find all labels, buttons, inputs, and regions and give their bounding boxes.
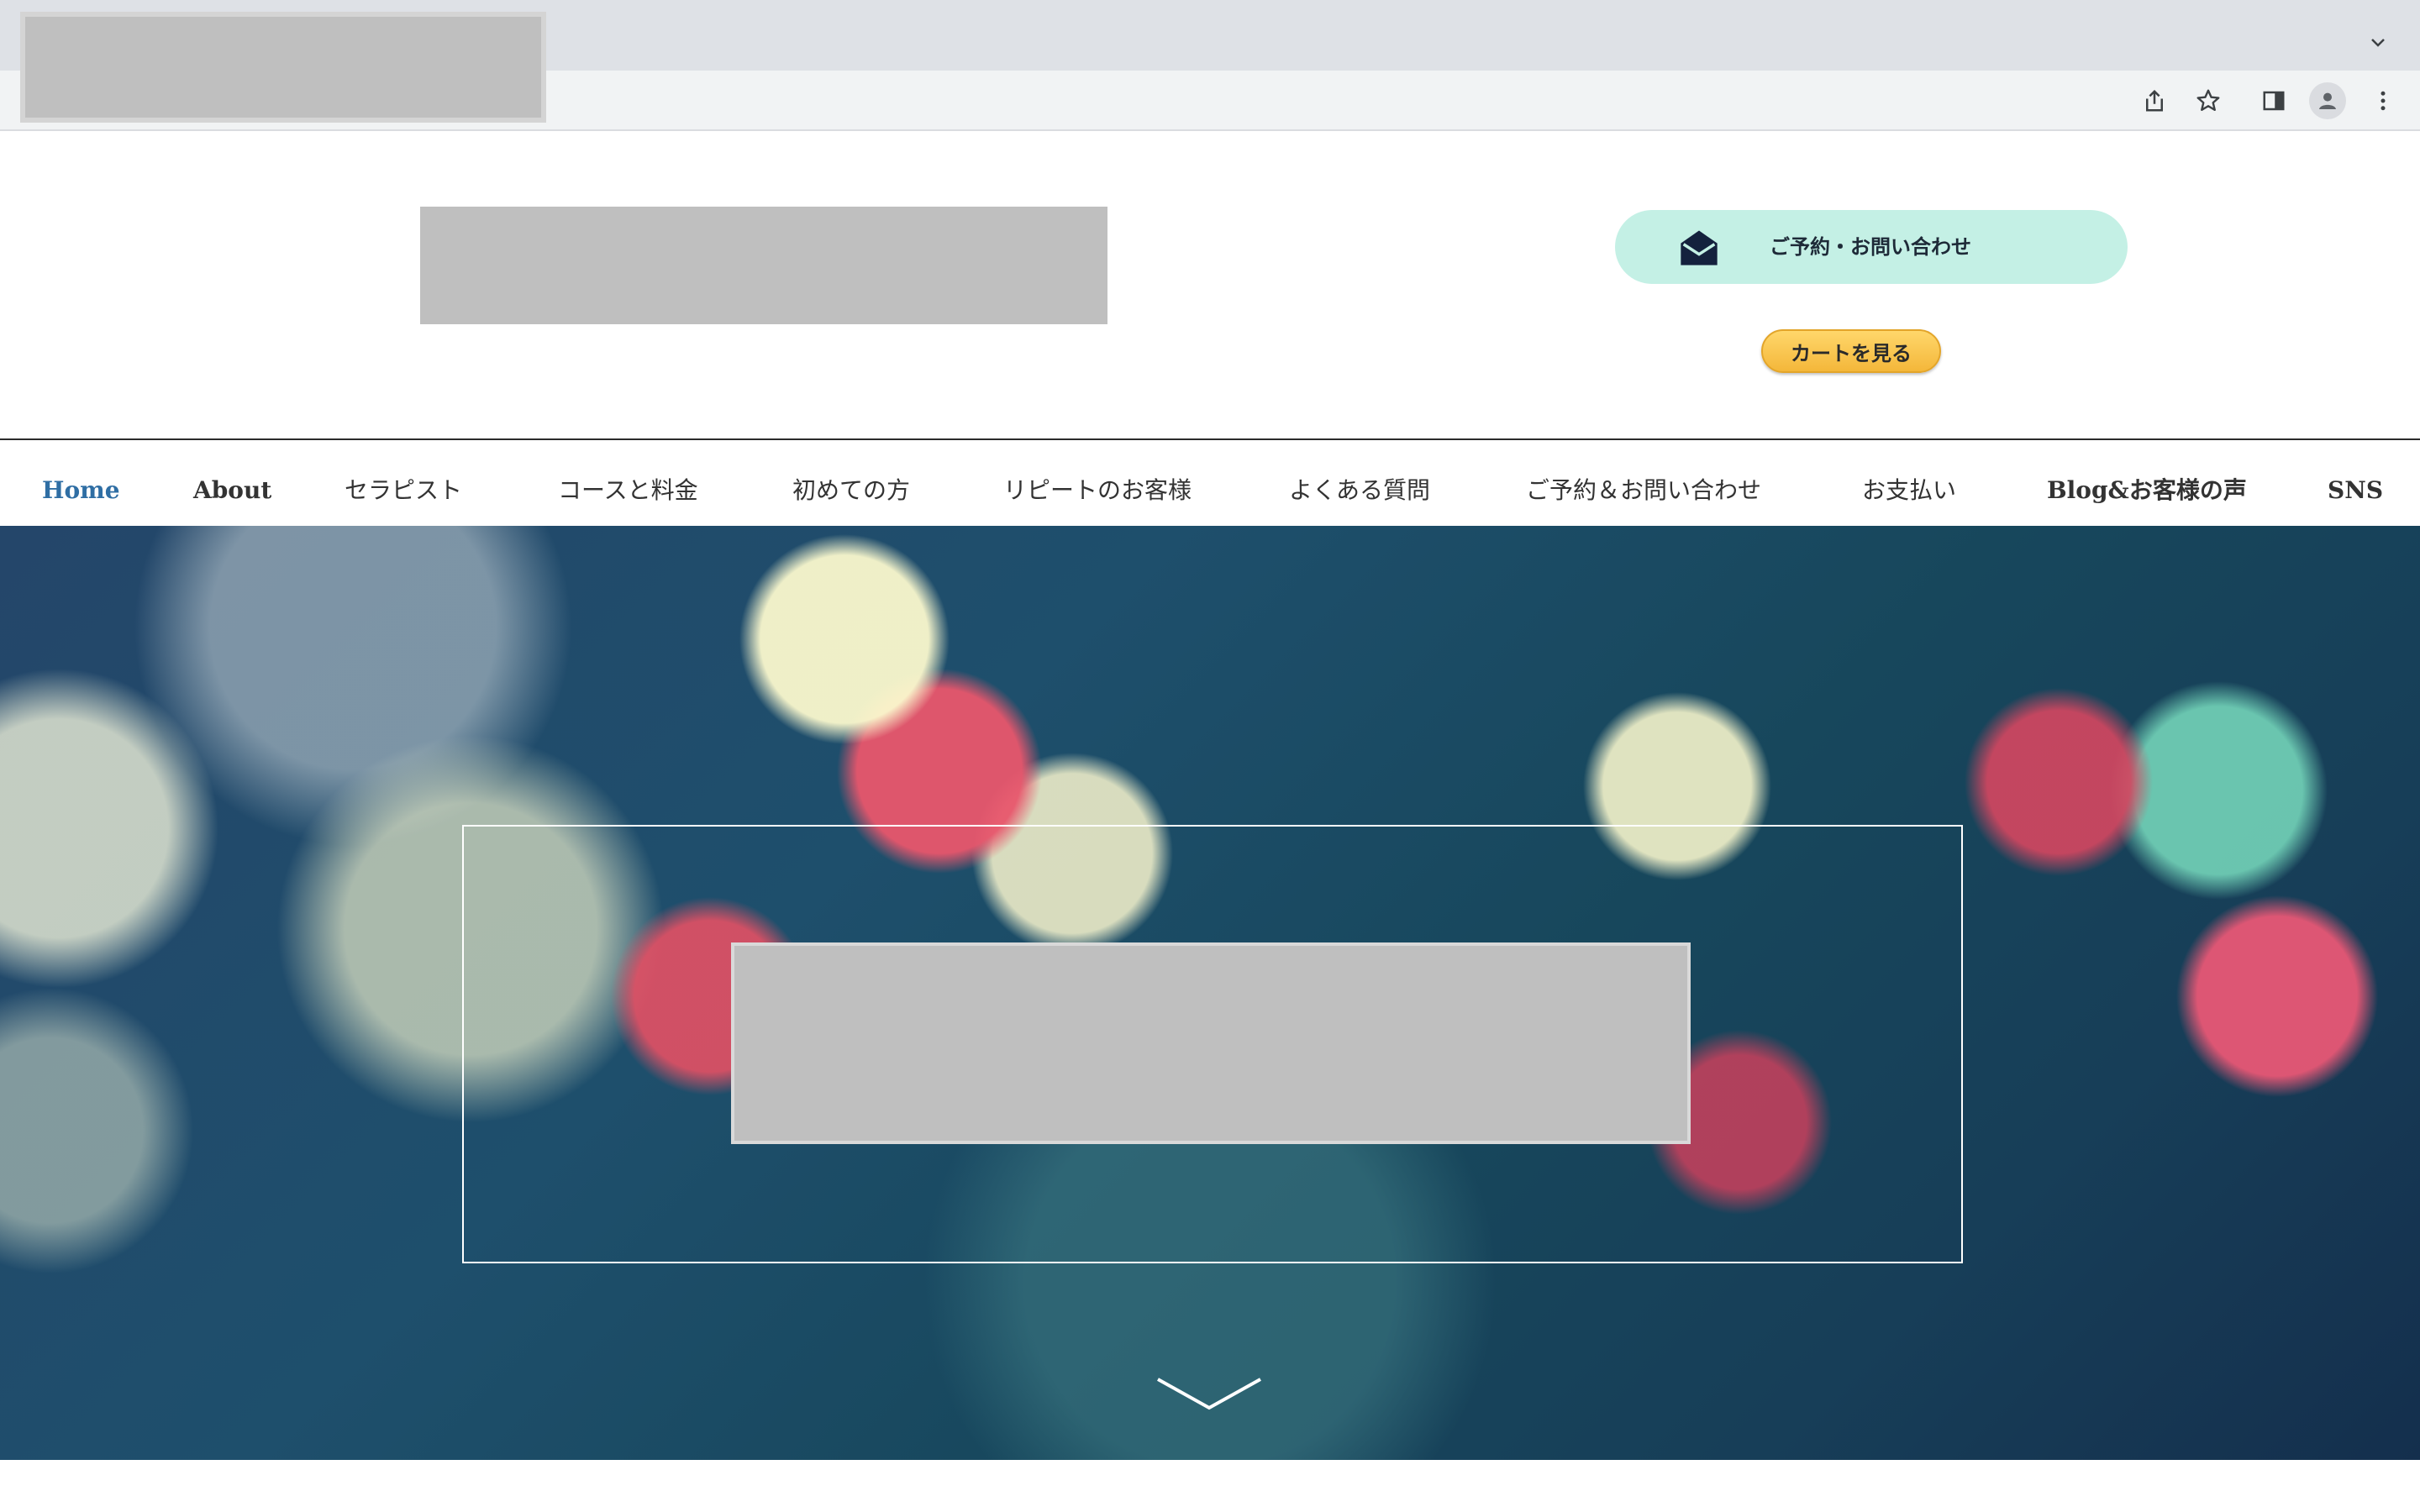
- nav-item-courses-pricing[interactable]: コースと料金: [558, 442, 698, 526]
- contact-button[interactable]: ご予約・お問い合わせ: [1615, 210, 2128, 284]
- profile-button[interactable]: [2307, 81, 2348, 121]
- view-cart-button[interactable]: カートを見る: [1761, 329, 1941, 373]
- avatar: [2309, 82, 2346, 119]
- nav-item-therapist[interactable]: セラピスト: [345, 442, 462, 526]
- envelope-open-icon: [1681, 230, 1718, 265]
- active-tab-redacted[interactable]: [20, 12, 546, 123]
- nav-item-first-time[interactable]: 初めての方: [792, 442, 910, 526]
- site-logo[interactable]: [420, 207, 1107, 324]
- chevron-down-icon: [2371, 39, 2385, 47]
- nav-item-sns[interactable]: SNS: [2328, 442, 2383, 526]
- tab-search-dropdown-button[interactable]: [2361, 25, 2395, 59]
- share-icon: [2146, 89, 2163, 112]
- chevron-down-icon[interactable]: [1155, 1374, 1264, 1415]
- nav-item-booking-contact[interactable]: ご予約＆お問い合わせ: [1526, 442, 1761, 526]
- star-icon: [2196, 89, 2220, 111]
- hero-banner: [0, 526, 2420, 1460]
- main-nav: Home About セラピスト コースと料金 初めての方 リピートのお客様 よ…: [0, 442, 2420, 526]
- nav-item-repeat-customers[interactable]: リピートのお客様: [1003, 442, 1192, 526]
- side-panel-button[interactable]: [2254, 81, 2294, 121]
- side-panel-icon: [2263, 91, 2285, 111]
- share-button[interactable]: [2134, 81, 2175, 121]
- contact-button-label: ご予約・お問い合わせ: [1770, 235, 1971, 259]
- nav-item-about[interactable]: About: [193, 442, 271, 526]
- browser-menu-button[interactable]: [2363, 81, 2403, 121]
- nav-item-blog-reviews[interactable]: Blog&お客様の声: [2047, 442, 2247, 526]
- site-header: ご予約・お問い合わせ カートを見る: [0, 131, 2420, 440]
- nav-item-payment[interactable]: お支払い: [1862, 442, 1956, 526]
- menu-icon: [2381, 91, 2386, 111]
- hero-heading-redacted: [731, 942, 1691, 1144]
- nav-item-faq[interactable]: よくある質問: [1289, 442, 1430, 526]
- bookmark-button[interactable]: [2188, 81, 2228, 121]
- nav-item-home[interactable]: Home: [42, 442, 120, 526]
- profile-icon: [2319, 92, 2336, 109]
